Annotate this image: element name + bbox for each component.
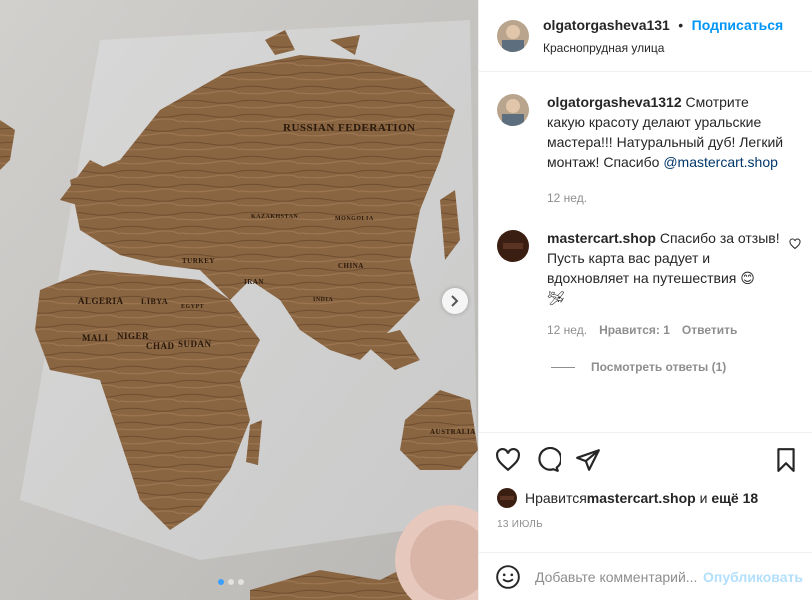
likes-middle: и (695, 490, 712, 506)
carousel-indicator (218, 579, 244, 585)
map-label-india: INDIA (313, 297, 334, 303)
comment-time[interactable]: 12 нед. (547, 320, 587, 340)
carousel-dot-active (218, 579, 224, 585)
map-label-russia: RUSSIAN FEDERATION (283, 122, 416, 134)
liker-avatar[interactable] (497, 488, 517, 508)
comment-item: mastercart.shop Спасибо за отзыв! Пусть … (497, 228, 801, 340)
commenter-username[interactable]: mastercart.shop (547, 230, 656, 246)
carousel-dot (228, 579, 234, 585)
publish-button[interactable]: Опубликовать (703, 569, 803, 585)
caption-comment: olgatorgasheva1312 Смотрите какую красот… (497, 92, 797, 208)
author-avatar[interactable] (497, 19, 529, 52)
post-location[interactable]: Краснопрудная улица (543, 41, 783, 55)
comment-composer: Опубликовать (479, 552, 812, 600)
post-actions-bar (479, 432, 812, 492)
caption-author[interactable]: olgatorgasheva1312 (547, 94, 682, 110)
comment-icon[interactable] (535, 447, 561, 473)
map-label-mongolia: MONGOLIA (335, 216, 374, 222)
comment-input[interactable] (535, 568, 703, 585)
map-label-china: CHINA (338, 262, 364, 270)
map-label-mali: MALI (82, 333, 109, 343)
caption-time[interactable]: 12 нед. (547, 188, 587, 208)
bookmark-icon[interactable] (773, 447, 799, 473)
map-label-algeria: ALGERIA (78, 296, 124, 306)
map-label-niger: NIGER (117, 331, 150, 341)
post-side-panel: olgatorgasheva131 • Подписаться Краснопр… (478, 0, 812, 600)
map-label-australia: AUSTRALIA (430, 428, 476, 436)
comments-list[interactable]: olgatorgasheva1312 Смотрите какую красот… (479, 72, 812, 432)
map-label-sudan: SUDAN (178, 339, 212, 349)
comment-like-heart-icon[interactable] (789, 238, 801, 250)
next-slide-button[interactable] (442, 288, 468, 314)
comment-emoji-line: 🛩 (547, 290, 565, 306)
map-label-kazakhstan: KAZAKHSTAN (251, 214, 299, 220)
view-replies-label: Посмотреть ответы (1) (591, 360, 727, 374)
wooden-world-map-image (0, 0, 478, 600)
comment-reply-button[interactable]: Ответить (682, 320, 737, 340)
commenter-avatar[interactable] (497, 230, 529, 262)
replies-divider-line (551, 366, 575, 368)
comment-likes-count[interactable]: Нравится: 1 (599, 320, 670, 340)
paper-plane-icon[interactable] (575, 447, 601, 473)
post-header: olgatorgasheva131 • Подписаться Краснопр… (479, 0, 812, 72)
post-photo[interactable]: RUSSIAN FEDERATION KAZAKHSTAN MONGOLIA T… (0, 0, 478, 600)
follow-button[interactable]: Подписаться (692, 17, 784, 33)
map-label-egypt: EGYPT (181, 304, 205, 310)
separator-dot: • (678, 16, 684, 33)
likes-summary[interactable]: Нравится mastercart.shop и ещё 18 (497, 488, 758, 508)
author-username[interactable]: olgatorgasheva131 (543, 17, 670, 33)
map-label-libya: LIBYA (141, 297, 169, 306)
map-label-chad: CHAD (146, 341, 175, 351)
view-replies-button[interactable]: Посмотреть ответы (1) (551, 360, 797, 374)
caption-author-avatar[interactable] (497, 94, 529, 126)
caption-mention-link[interactable]: @mastercart.shop (663, 154, 778, 170)
map-label-turkey: TURKEY (182, 257, 215, 265)
map-label-iran: IRAN (244, 278, 264, 286)
smiley-icon[interactable] (495, 564, 521, 590)
chevron-right-icon (451, 295, 459, 307)
post-date[interactable]: 13 ИЮЛЬ (497, 519, 543, 530)
likes-prefix: Нравится (525, 490, 587, 506)
carousel-dot (238, 579, 244, 585)
likes-username[interactable]: mastercart.shop (587, 490, 696, 506)
likes-more-count[interactable]: ещё 18 (711, 490, 758, 506)
heart-icon[interactable] (495, 447, 521, 473)
